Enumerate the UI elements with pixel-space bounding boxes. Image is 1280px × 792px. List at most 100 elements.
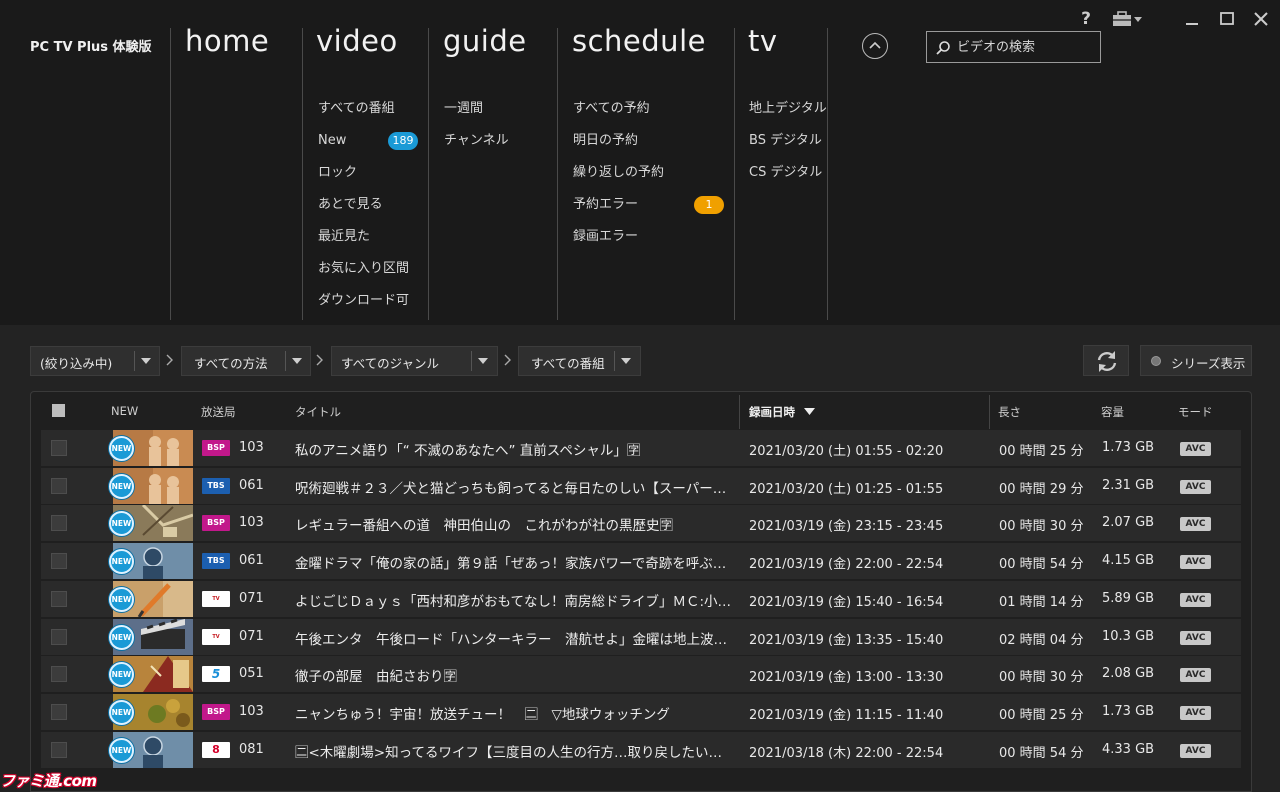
file-size: 5.89 GB (1102, 590, 1155, 606)
video-item-locked[interactable]: ロック (318, 164, 420, 196)
channel-logo-text: TBS (207, 556, 225, 566)
header-recorded[interactable]: 録画日時 (749, 404, 816, 420)
row-checkbox[interactable] (51, 553, 67, 570)
recorded-datetime: 2021/03/19 (金) 13:35 - 15:40 (749, 632, 944, 648)
table-row[interactable]: NEW TV TOKYO 071 よじごじＤａｙｓ「西村和彦がおもてなし！南房総ドライ… (41, 580, 1241, 617)
tv-item-bs[interactable]: BS デジタル (749, 132, 827, 164)
channel-number: 071 (239, 590, 264, 606)
close-button[interactable] (1250, 8, 1272, 30)
narrow-filter-dropdown[interactable]: (絞り込み中) (30, 346, 160, 376)
program-length: 00 時間 25 分 (999, 707, 1084, 723)
program-title: 金曜ドラマ「俺の家の話」第９話「ぜあっ！家族パワーで奇跡を呼ぶ… (295, 556, 727, 573)
channel-logo: TBS (202, 477, 230, 494)
header-station[interactable]: 放送局 (201, 404, 236, 420)
tv-item-cs[interactable]: CS デジタル (749, 164, 827, 196)
help-button[interactable]: ? (1075, 8, 1097, 30)
header-size[interactable]: 容量 (1101, 404, 1124, 420)
row-checkbox[interactable] (51, 703, 67, 720)
schedule-menu: すべての予約 明日の予約 繰り返しの予約 予約エラー 1 録画エラー (573, 100, 725, 260)
method-filter-dropdown[interactable]: すべての方法 (181, 346, 311, 376)
header-title[interactable]: タイトル (295, 404, 341, 420)
search-box[interactable] (926, 31, 1101, 63)
table-row[interactable]: NEW TV TOKYO 071 午後エンタ 午後ロード「ハンターキラー 潜航せよ」金… (41, 618, 1241, 655)
row-checkbox[interactable] (51, 666, 67, 683)
chevron-up-icon (869, 41, 881, 49)
maximize-button[interactable] (1216, 8, 1238, 30)
header-mode[interactable]: モード (1178, 404, 1213, 420)
new-badge: NEW (109, 624, 134, 650)
video-item-favorites[interactable]: お気に入り区間 (318, 260, 420, 292)
nav-tv[interactable]: tv (748, 24, 778, 58)
schedule-item-repeat[interactable]: 繰り返しの予約 (573, 164, 725, 196)
table-row[interactable]: NEW BSP 103 私のアニメ語り「“ 不滅のあなたへ” 直前スペシャル」🈑 202… (41, 430, 1241, 466)
settings-menu-button[interactable] (1112, 8, 1146, 30)
file-size: 4.15 GB (1102, 553, 1155, 569)
row-checkbox[interactable] (51, 741, 67, 758)
row-checkbox[interactable] (51, 628, 67, 645)
channel-logo-text: BSP (207, 706, 225, 716)
channel-number: 061 (239, 553, 264, 569)
guide-item-week[interactable]: 一週間 (444, 100, 509, 132)
top-navigation: PC TV Plus 体験版 home video すべての番組 New 189 … (0, 0, 1280, 325)
row-checkbox[interactable] (51, 515, 67, 532)
sort-desc-icon (804, 408, 816, 415)
nav-guide[interactable]: guide (443, 24, 527, 58)
refresh-icon (1097, 351, 1117, 372)
channel-number: 081 (239, 741, 264, 757)
nav-video[interactable]: video (316, 24, 398, 58)
schedule-item-tomorrow[interactable]: 明日の予約 (573, 132, 725, 164)
collapse-menu-button[interactable] (862, 33, 888, 59)
program-length: 00 時間 54 分 (999, 557, 1084, 573)
mode-badge: AVC (1180, 517, 1211, 532)
header-new[interactable]: NEW (111, 404, 138, 418)
table-row[interactable]: NEW BSP 103 レギュラー番組への道 神田伯山の これがわが社の黒歴史🈑 202… (41, 505, 1241, 542)
nav-schedule[interactable]: schedule (572, 24, 706, 58)
new-badge: NEW (109, 436, 134, 461)
nav-divider (557, 28, 558, 320)
search-input[interactable] (957, 37, 1097, 57)
channel-logo: BSP (202, 440, 230, 456)
row-checkbox[interactable] (51, 590, 67, 607)
nav-divider (734, 28, 735, 320)
method-filter-label: すべての方法 (194, 356, 268, 371)
minimize-button[interactable] (1181, 8, 1203, 30)
video-item-all[interactable]: すべての番組 (318, 100, 420, 132)
new-badge: NEW (109, 737, 134, 763)
table-row[interactable]: NEW 5 051 徹子の部屋 由紀さおり🈑 2021/03/19 (金) 13:00 … (41, 656, 1241, 693)
video-item-new[interactable]: New 189 (318, 132, 420, 164)
genre-filter-dropdown[interactable]: すべてのジャンル (331, 346, 498, 376)
header-recorded-label: 録画日時 (749, 405, 795, 419)
schedule-item-record-errors[interactable]: 録画エラー (573, 228, 725, 260)
video-item-recent[interactable]: 最近見た (318, 228, 420, 260)
tv-item-terrestrial[interactable]: 地上デジタル (749, 100, 827, 132)
select-all-checkbox[interactable] (52, 404, 65, 417)
channel-number: 061 (239, 477, 264, 493)
program-length: 02 時間 04 分 (999, 632, 1084, 648)
row-checkbox[interactable] (51, 477, 67, 494)
channel-number: 103 (239, 440, 264, 455)
table-row[interactable]: NEW TBS 061 呪術廻戦＃２３／犬と猫どっちも飼ってると毎日たのしい【スーパー… (41, 467, 1241, 504)
app-title: PC TV Plus 体験版 (30, 40, 152, 55)
refresh-button[interactable] (1083, 345, 1129, 376)
schedule-item-errors[interactable]: 予約エラー 1 (573, 196, 725, 228)
nav-home[interactable]: home (185, 24, 269, 58)
new-badge: NEW (109, 586, 134, 612)
programs-filter-dropdown[interactable]: すべての番組 (518, 346, 641, 376)
chevron-down-icon (621, 358, 631, 364)
video-item-downloadable[interactable]: ダウンロード可 (318, 292, 420, 324)
guide-item-channel[interactable]: チャンネル (444, 132, 509, 164)
table-row[interactable]: NEW BSP 103 ニャンちゅう！宇宙！放送チュー！ 🈔 ▽地球ウォッチング 202… (41, 693, 1241, 730)
series-view-label: シリーズ表示 (1171, 356, 1246, 371)
program-length: 00 時間 29 分 (999, 481, 1084, 497)
header-length[interactable]: 長さ (998, 404, 1021, 420)
channel-logo-text: TV TOKYO (212, 633, 220, 640)
series-view-toggle[interactable]: シリーズ表示 (1140, 345, 1252, 376)
table-row[interactable]: NEW 8 081 🈔<木曜劇場>知ってるワイフ【三度目の人生の行方…取り戻したい… 2… (41, 731, 1241, 768)
schedule-item-all[interactable]: すべての予約 (573, 100, 725, 132)
video-item-watch-later[interactable]: あとで見る (318, 196, 420, 228)
program-title: 私のアニメ語り「“ 不滅のあなたへ” 直前スペシャル」🈑 (295, 443, 641, 459)
row-checkbox[interactable] (51, 440, 67, 456)
video-item-label: ロック (318, 165, 358, 180)
minimize-icon (1186, 23, 1198, 25)
table-row[interactable]: NEW TBS 061 金曜ドラマ「俺の家の話」第９話「ぜあっ！家族パワーで奇跡を呼ぶ… (41, 543, 1241, 580)
